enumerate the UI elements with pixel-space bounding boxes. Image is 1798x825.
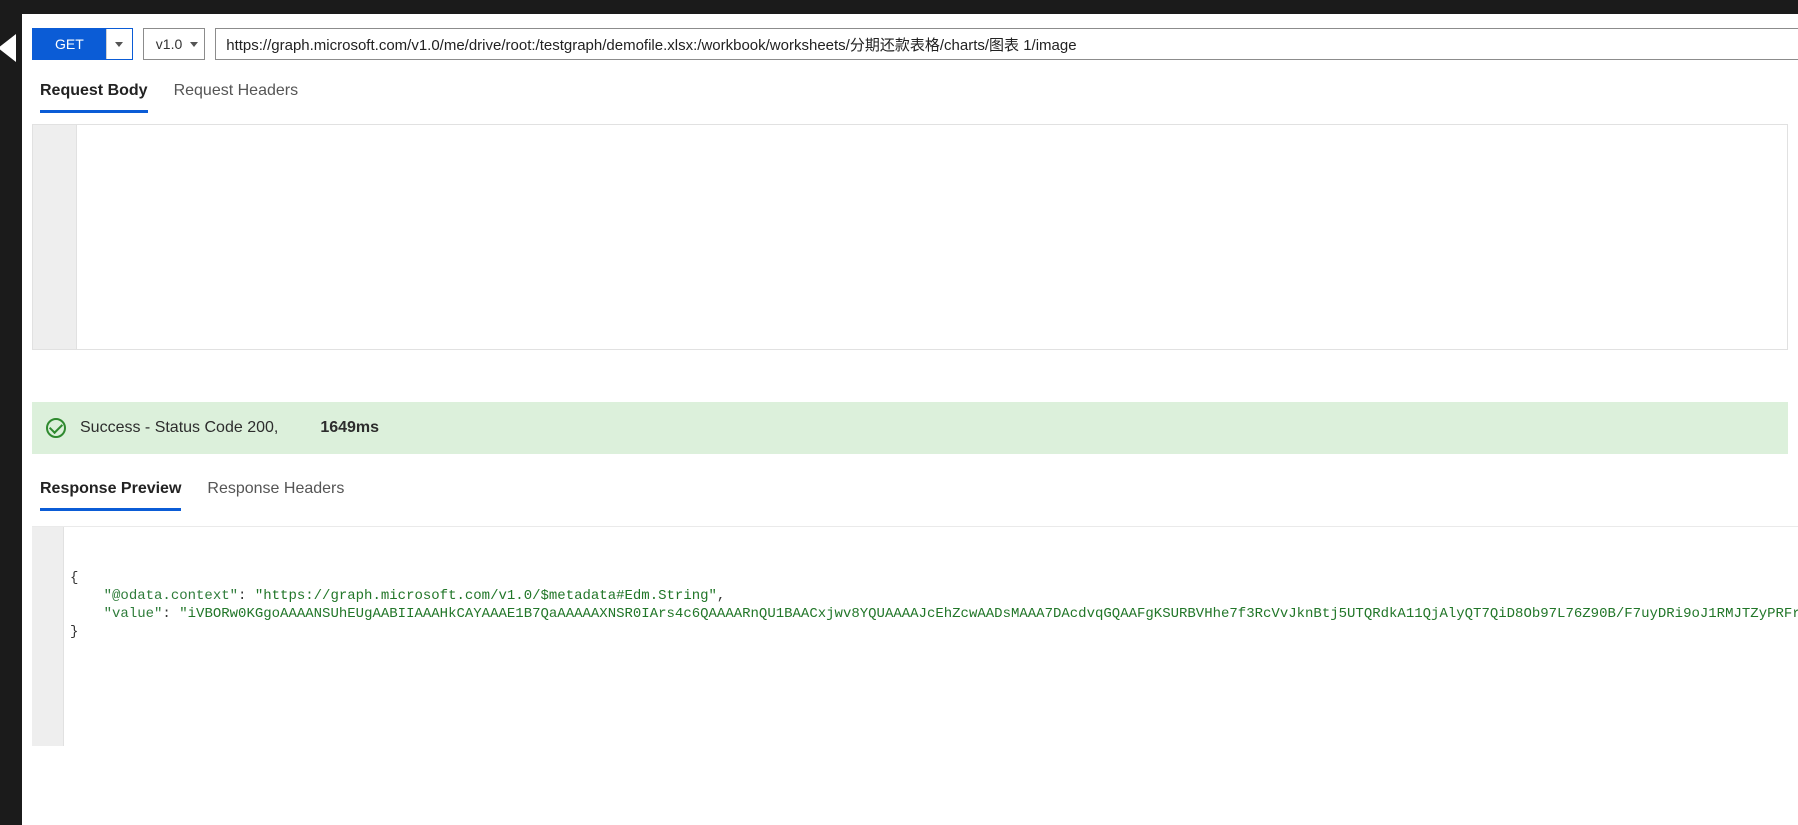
chevron-down-icon	[115, 42, 123, 47]
status-timing: 1649ms	[320, 419, 379, 437]
http-method-dropdown[interactable]: GET	[32, 28, 133, 60]
request-controls: GET v1.0	[22, 14, 1798, 60]
api-version-dropdown[interactable]: v1.0	[143, 28, 205, 60]
response-tabs: Response Preview Response Headers	[22, 454, 1798, 512]
editor-gutter	[33, 125, 77, 349]
tab-response-headers[interactable]: Response Headers	[207, 480, 344, 511]
success-check-icon	[46, 418, 66, 438]
graph-explorer-panel: GET v1.0 Request Body Request Headers	[22, 14, 1798, 825]
api-version-label: v1.0	[156, 36, 182, 52]
sidebar-expand-arrow-icon[interactable]	[0, 34, 16, 62]
editor-content[interactable]	[77, 125, 1787, 349]
chevron-down-icon	[190, 42, 198, 47]
status-text: Success - Status Code 200,	[80, 419, 278, 437]
response-json[interactable]: ▾ { "@odata.context": "https://graph.mic…	[64, 527, 1798, 746]
tab-request-body[interactable]: Request Body	[40, 82, 148, 113]
collapsed-sidebar[interactable]	[0, 0, 22, 825]
editor-gutter	[32, 527, 64, 746]
response-body-editor[interactable]: ▾ { "@odata.context": "https://graph.mic…	[32, 526, 1798, 746]
request-body-editor[interactable]	[32, 124, 1788, 350]
http-method-caret[interactable]	[106, 29, 132, 59]
response-status-bar: Success - Status Code 200, 1649ms	[32, 402, 1788, 454]
http-method-label: GET	[33, 29, 106, 59]
request-url-input[interactable]	[215, 28, 1798, 60]
request-tabs: Request Body Request Headers	[22, 60, 1798, 114]
tab-request-headers[interactable]: Request Headers	[174, 82, 299, 113]
tab-response-preview[interactable]: Response Preview	[40, 480, 181, 511]
